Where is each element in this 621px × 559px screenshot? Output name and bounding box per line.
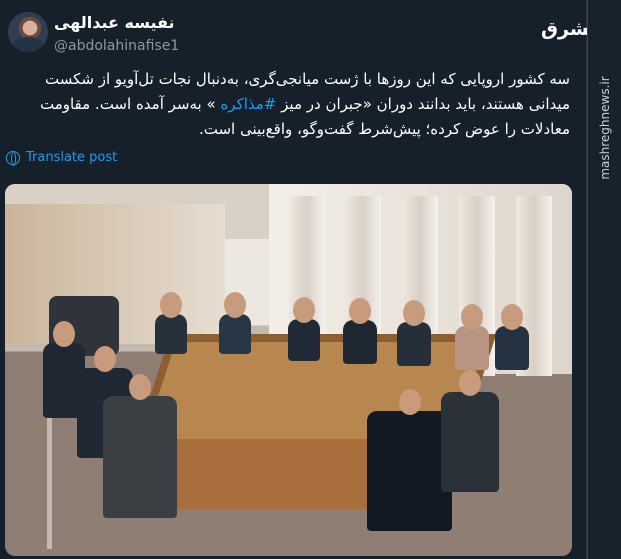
right-sidebar: mashreghnews.ir [587, 0, 621, 559]
author-name[interactable]: نفیسه عبدالهی [54, 13, 175, 32]
photo-person [103, 396, 177, 518]
photo-person [219, 314, 251, 354]
photo-person [455, 326, 489, 370]
translate-post-label[interactable]: Translate post [26, 150, 117, 165]
tweet-card: نفیسه عبدالهی @abdolahinafise1 مشرق سه ک… [0, 0, 601, 559]
photo-person [155, 314, 187, 354]
avatar[interactable] [8, 12, 48, 52]
photo-person [495, 326, 529, 370]
globe-icon [6, 150, 20, 166]
author-handle[interactable]: @abdolahinafise1 [54, 38, 179, 54]
photo-person [397, 322, 431, 366]
meeting-photo[interactable] [5, 184, 572, 556]
photo-person [441, 392, 499, 492]
photo-person [343, 320, 377, 364]
hashtag-link[interactable]: #مذاکره [220, 95, 276, 113]
tweet-text: سه کشور اروپایی که این روزها با ژست میان… [16, 67, 570, 142]
photo-person [367, 411, 452, 531]
brand-logo: مشرق [541, 18, 601, 40]
photo-person [288, 319, 320, 361]
translate-post-button[interactable]: Translate post [6, 150, 117, 166]
site-watermark: mashreghnews.ir [598, 76, 612, 180]
